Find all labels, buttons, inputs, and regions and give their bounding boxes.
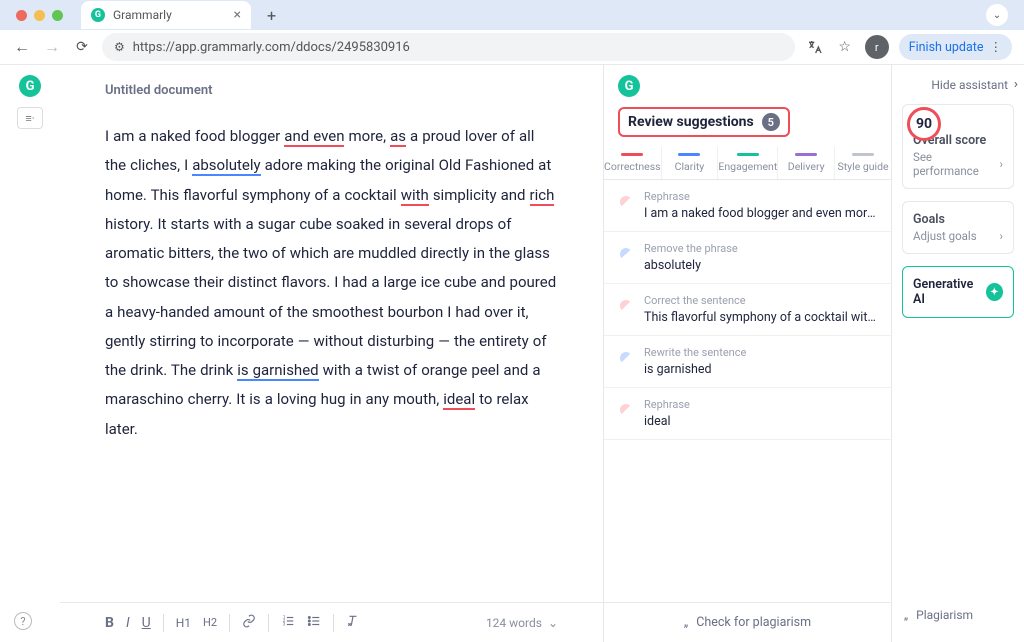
suggestion-text: absolutely — [644, 258, 877, 273]
suggestion-list: Rephrase I am a naked food blogger and ev… — [604, 180, 891, 602]
site-settings-icon[interactable]: ⚙ — [114, 40, 125, 54]
bookmark-icon[interactable]: ☆ — [835, 37, 855, 57]
grammarly-logo-small: G — [618, 75, 640, 97]
browser-chrome: G Grammarly × + ⌄ ← → ⟳ ⚙ https://app.gr… — [0, 0, 1024, 65]
bullet-list-button[interactable] — [307, 614, 321, 632]
tab-correctness[interactable]: Correctness — [604, 147, 662, 179]
suggestion-text: This flavorful symphony of a cocktail wi… — [644, 310, 877, 325]
underline-is-garnished[interactable]: is garnished — [237, 361, 318, 381]
suggestion-item[interactable]: Rephrase I am a naked food blogger and ev… — [604, 180, 891, 232]
quote-icon: „ — [684, 615, 688, 630]
suggestion-item[interactable]: Remove the phrase absolutely — [604, 232, 891, 284]
separator — [163, 614, 164, 632]
suggestion-dot — [620, 404, 632, 416]
close-tab-icon[interactable]: × — [234, 7, 241, 23]
underline-rich[interactable]: rich — [530, 186, 555, 206]
separator — [333, 614, 334, 632]
suggestion-item[interactable]: Rephrase ideal — [604, 388, 891, 440]
plagiarism-check-button[interactable]: „ Check for plagiarism — [604, 602, 891, 642]
lightbulb-icon: ✦ — [986, 283, 1003, 301]
tab-style-guide[interactable]: Style guide — [835, 147, 891, 179]
h2-button[interactable]: H2 — [203, 616, 217, 629]
goals-card[interactable]: Goals Adjust goals› — [902, 201, 1014, 254]
suggestion-item[interactable]: Rewrite the sentence is garnished — [604, 336, 891, 388]
suggestion-type: Rephrase — [644, 398, 877, 411]
translate-icon[interactable] — [805, 37, 825, 57]
tab-engagement[interactable]: Engagement — [718, 147, 778, 179]
outline-button[interactable]: ≡· — [17, 107, 43, 129]
numbered-list-button[interactable]: 123 — [281, 614, 295, 632]
suggestion-text: ideal — [644, 414, 877, 429]
more-icon[interactable]: ⋮ — [990, 39, 1003, 55]
suggestion-text: is garnished — [644, 362, 877, 377]
finish-update-button[interactable]: Finish update⋮ — [899, 34, 1012, 60]
generative-ai-card[interactable]: Generative AI ✦ — [902, 266, 1014, 318]
underline-as[interactable]: as — [390, 127, 406, 147]
suggestion-tabs: CorrectnessClarityEngagementDeliveryStyl… — [604, 147, 891, 180]
document-body[interactable]: I am a naked food blogger and even more,… — [60, 122, 603, 602]
document-title[interactable]: Untitled document — [60, 65, 603, 122]
chevron-right-icon: › — [1000, 229, 1003, 243]
suggestion-type: Remove the phrase — [644, 242, 877, 255]
suggestion-dot — [620, 196, 632, 208]
side-panel: Hide assistant›› 90 Overall score See pe… — [892, 65, 1024, 642]
link-button[interactable] — [242, 614, 256, 632]
back-button[interactable]: ← — [12, 37, 32, 57]
browser-tab[interactable]: G Grammarly × — [81, 1, 251, 29]
separator — [268, 614, 269, 632]
hide-assistant-button[interactable]: Hide assistant›› — [902, 77, 1014, 92]
tab-title: Grammarly — [113, 8, 172, 22]
suggestions-panel: G Review suggestions 5 CorrectnessClarit… — [603, 65, 892, 642]
score-ring: 90 — [907, 107, 941, 141]
overall-score-card[interactable]: 90 Overall score See performance› — [902, 104, 1014, 189]
underline-ideal[interactable]: ideal — [443, 390, 475, 410]
word-count[interactable]: 124 words ⌄ — [486, 616, 558, 630]
suggestion-type: Correct the sentence — [644, 294, 877, 307]
editor-column: Untitled document I am a naked food blog… — [60, 65, 603, 642]
forward-button[interactable]: → — [42, 37, 62, 57]
separator — [229, 614, 230, 632]
svg-text:3: 3 — [283, 621, 286, 627]
suggestion-type: Rephrase — [644, 190, 877, 203]
underline-absolutely[interactable]: absolutely — [192, 156, 260, 176]
maximize-window-dot[interactable] — [52, 10, 63, 21]
quote-icon: „ — [904, 608, 908, 622]
url-text: https://app.grammarly.com/ddocs/24958309… — [133, 40, 410, 55]
close-window-dot[interactable] — [16, 10, 27, 21]
suggestion-dot — [620, 248, 632, 260]
chevron-down-icon: ⌄ — [548, 616, 558, 630]
clear-format-button[interactable] — [346, 614, 360, 632]
left-gutter: G ≡· ? — [0, 65, 60, 642]
tabs-dropdown-icon[interactable]: ⌄ — [986, 4, 1008, 26]
format-toolbar: B I U H1 H2 123 124 words ⌄ — [60, 602, 603, 642]
review-suggestions-header[interactable]: Review suggestions 5 — [618, 107, 790, 137]
profile-avatar[interactable]: r — [865, 35, 889, 59]
h1-button[interactable]: H1 — [176, 616, 191, 630]
underline-with[interactable]: with — [401, 186, 429, 206]
suggestion-text: I am a naked food blogger and even more,… — [644, 206, 877, 221]
plagiarism-button[interactable]: „ Plagiarism — [902, 600, 1014, 630]
tab-delivery[interactable]: Delivery — [778, 147, 835, 179]
grammarly-logo[interactable]: G — [19, 75, 41, 97]
chevron-right-icon: › — [1000, 157, 1003, 171]
help-icon[interactable]: ? — [14, 612, 32, 630]
address-bar[interactable]: ⚙ https://app.grammarly.com/ddocs/249583… — [102, 33, 795, 61]
grammarly-favicon: G — [91, 8, 105, 22]
suggestion-dot — [620, 352, 632, 364]
tab-clarity[interactable]: Clarity — [662, 147, 719, 179]
suggestion-type: Rewrite the sentence — [644, 346, 877, 359]
underline-button[interactable]: U — [142, 615, 151, 631]
suggestion-count-badge: 5 — [762, 113, 780, 131]
window-controls — [10, 10, 63, 21]
suggestion-dot — [620, 300, 632, 312]
italic-button[interactable]: I — [126, 615, 130, 631]
new-tab-button[interactable]: + — [259, 6, 284, 25]
suggestion-item[interactable]: Correct the sentence This flavorful symph… — [604, 284, 891, 336]
underline-and-even[interactable]: and even — [284, 127, 344, 147]
bold-button[interactable]: B — [105, 615, 114, 631]
grammarly-app: G ≡· ? Untitled document I am a naked fo… — [0, 65, 1024, 642]
minimize-window-dot[interactable] — [34, 10, 45, 21]
reload-button[interactable]: ⟳ — [72, 39, 92, 55]
